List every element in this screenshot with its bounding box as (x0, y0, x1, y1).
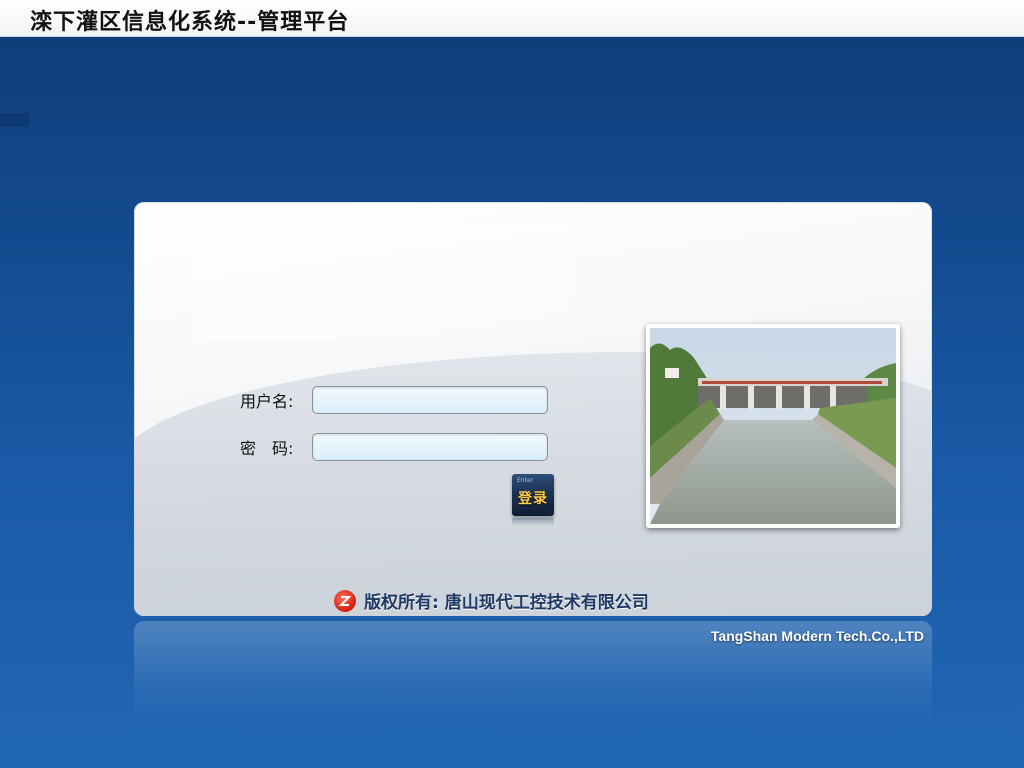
login-button-caption: Enter (517, 477, 534, 484)
username-input[interactable] (312, 386, 548, 414)
password-row: 密 码: (240, 433, 548, 461)
dam-canal-photo (650, 328, 896, 524)
company-english-name: TangShan Modern Tech.Co.,LTD (710, 628, 924, 644)
login-button[interactable]: Enter 登录 (512, 474, 554, 516)
password-label: 密 码: (240, 439, 294, 458)
login-button-label: 登录 (518, 491, 548, 507)
username-label: 用户名: (240, 392, 294, 411)
title-bar: 滦下灌区信息化系统--管理平台 (0, 0, 1024, 37)
panel-ghost-decoration (192, 222, 572, 342)
username-row: 用户名: (240, 386, 548, 414)
photo-frame (646, 324, 900, 528)
login-panel: 用户名: 密 码: Enter 登录 版权所有: 唐山现代工控技术有限公司 (134, 202, 932, 616)
login-button-reflection (512, 518, 554, 526)
copyright-notice: 版权所有: 唐山现代工控技术有限公司 (334, 588, 649, 613)
password-input[interactable] (312, 433, 548, 461)
app-title: 滦下灌区信息化系统--管理平台 (30, 10, 350, 35)
background-decoration (0, 113, 30, 127)
company-logo-icon (334, 589, 356, 612)
copyright-text: 版权所有: 唐山现代工控技术有限公司 (364, 593, 649, 613)
